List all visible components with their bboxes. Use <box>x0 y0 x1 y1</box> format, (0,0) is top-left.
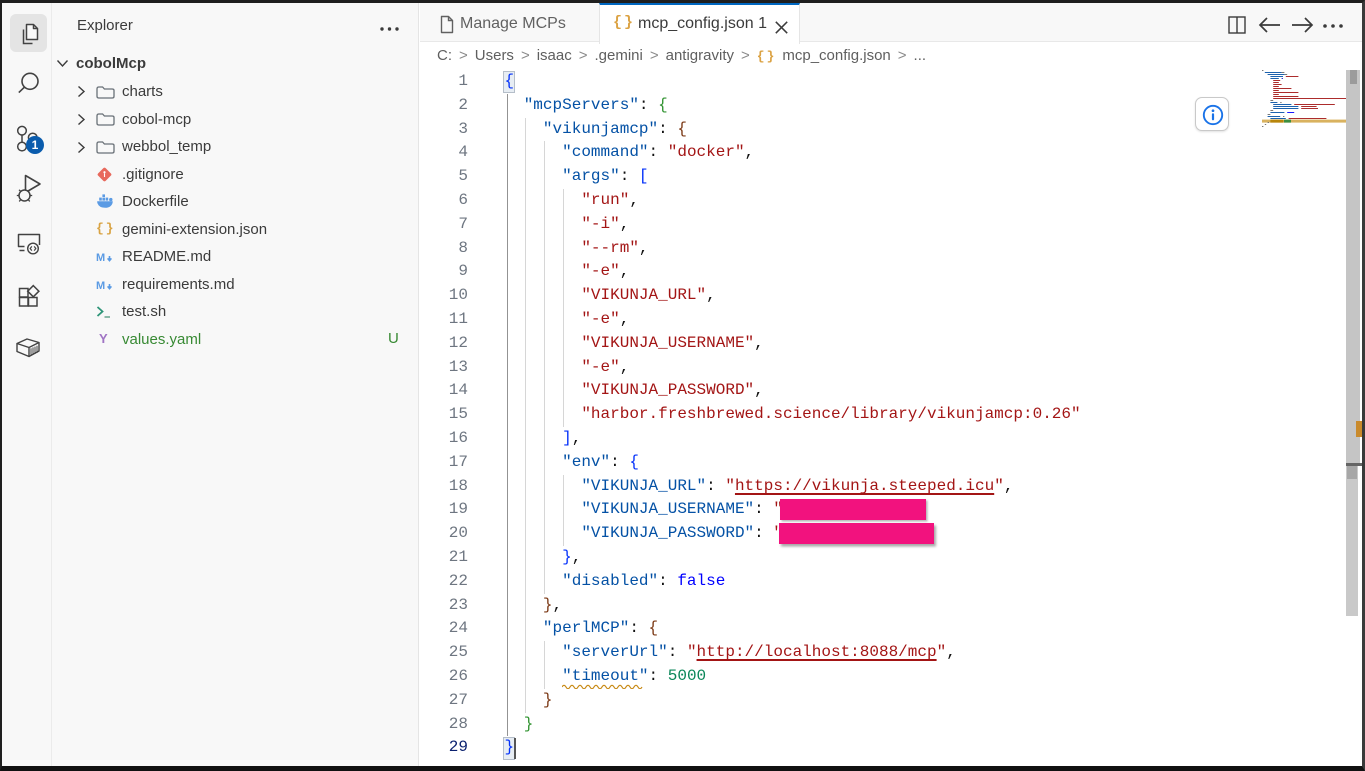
svg-text:M: M <box>96 280 105 292</box>
svg-text:M: M <box>96 252 105 264</box>
